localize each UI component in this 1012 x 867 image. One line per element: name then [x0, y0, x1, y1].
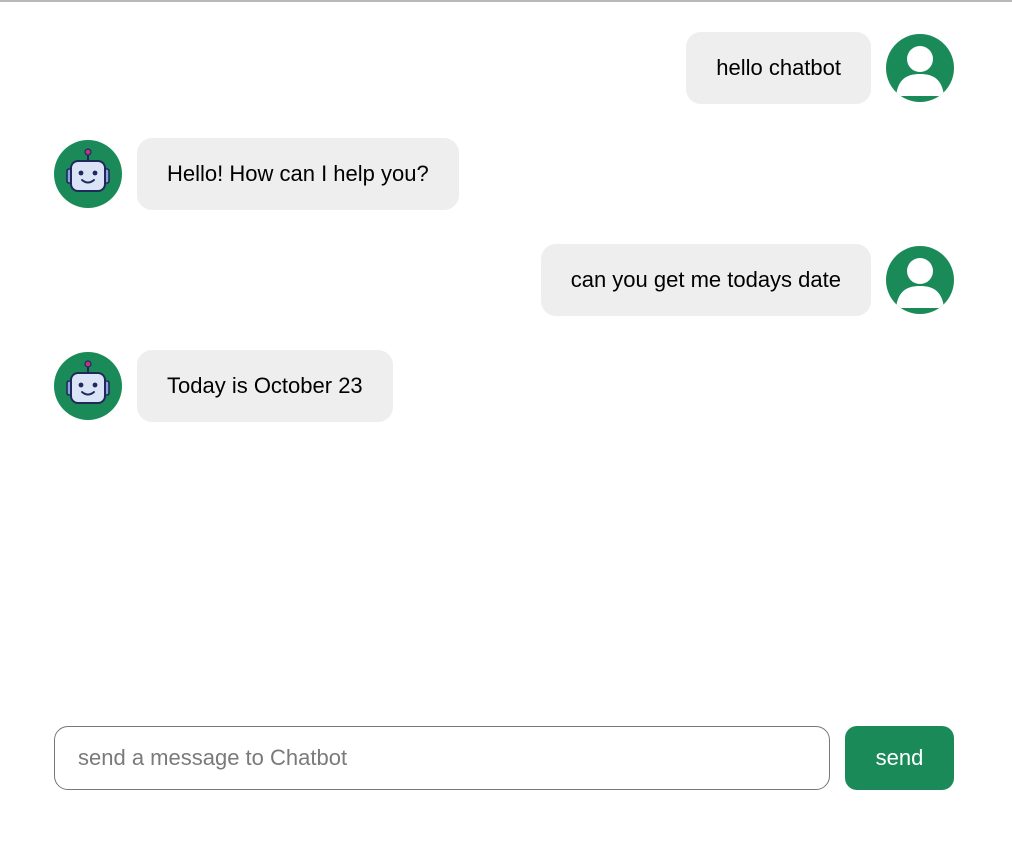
message-bubble: Hello! How can I help you? [137, 138, 459, 210]
message-bubble: Today is October 23 [137, 350, 393, 422]
message-input[interactable] [54, 726, 830, 790]
robot-avatar-icon [54, 140, 122, 208]
robot-avatar-icon [54, 352, 122, 420]
message-bubble: can you get me todays date [540, 244, 871, 316]
chat-log: hello chatbot Hello! How can I help you? [54, 32, 954, 456]
top-divider [0, 0, 1012, 2]
bot-message: Hello! How can I help you? [54, 138, 954, 210]
message-bubble: hello chatbot [686, 32, 871, 104]
send-button[interactable]: send [845, 726, 954, 790]
bot-message: Today is October 23 [54, 350, 954, 422]
user-avatar-icon [886, 34, 954, 102]
user-avatar-icon [886, 246, 954, 314]
user-message: hello chatbot [54, 32, 954, 104]
message-composer: send [54, 726, 954, 790]
user-message: can you get me todays date [54, 244, 954, 316]
